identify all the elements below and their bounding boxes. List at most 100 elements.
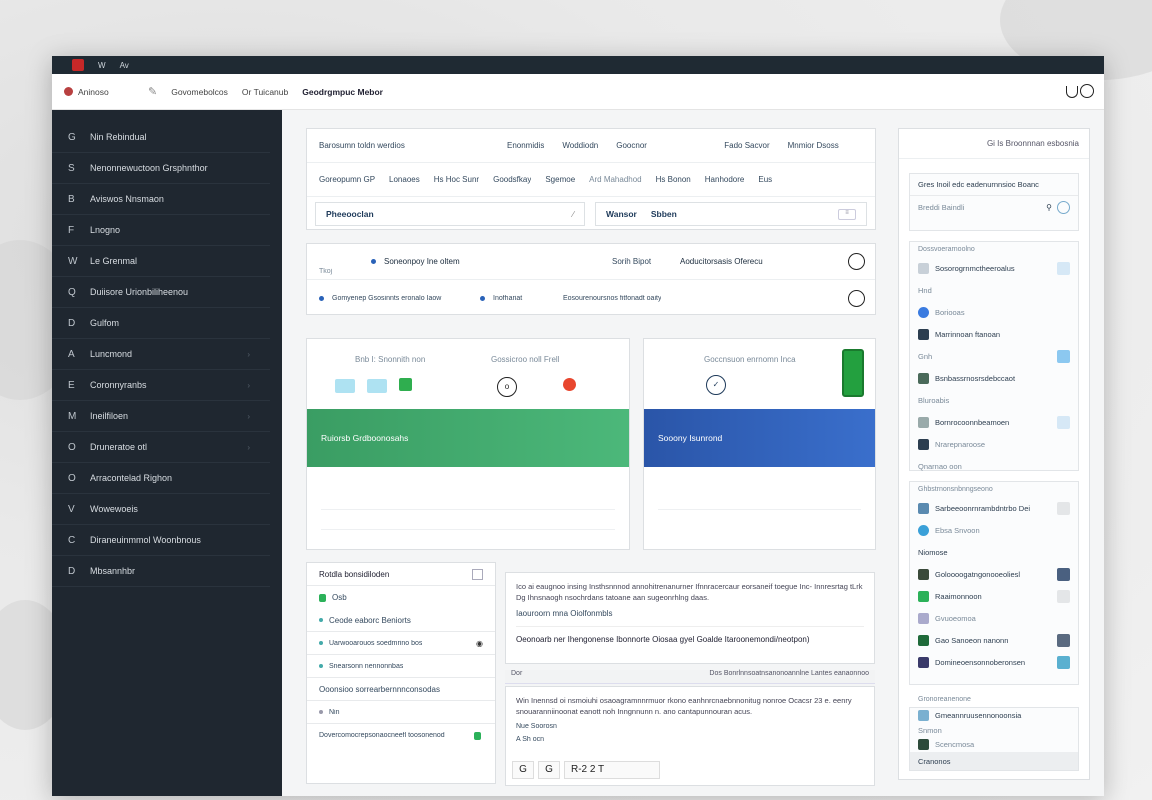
result-item[interactable]: Gnh bbox=[910, 345, 1078, 367]
title-bar: W Av bbox=[52, 56, 1104, 74]
filter-option[interactable]: Ard Mahadhod bbox=[589, 175, 641, 184]
result-item[interactable]: Gao Sanoeon nanonn bbox=[910, 629, 1078, 651]
filter-option[interactable]: Goreopumn GP bbox=[319, 175, 375, 184]
result-label: Domineoensonnoberonsen bbox=[935, 657, 1026, 667]
option-title: Soneonpoy Ine oltem bbox=[384, 257, 460, 266]
list-item[interactable]: Ceode eaborc Beniorts bbox=[307, 609, 495, 632]
list-item[interactable]: Ooonsioo sorrearbernnnconsodas bbox=[307, 678, 495, 701]
filter-option[interactable]: Hs Hoc Sunr bbox=[434, 175, 479, 184]
result-item[interactable]: Raaimonnoon bbox=[910, 585, 1078, 607]
sidebar-item[interactable]: O Druneratoe otl › bbox=[52, 432, 270, 463]
editor-tab[interactable]: Dor bbox=[511, 670, 522, 683]
option-value: Eosourenoursnos fitfonadt oaity bbox=[563, 294, 662, 302]
sidebar-item[interactable]: C Diraneuinmmol Woonbnous bbox=[52, 525, 270, 556]
result-item[interactable]: Hnd bbox=[910, 279, 1078, 301]
list-item[interactable]: Osb bbox=[307, 586, 495, 609]
search-input[interactable]: Gres Inoil edc eadenurnnsioc Boanc bbox=[910, 174, 1078, 196]
breadcrumb-item[interactable]: Or Tuicanub bbox=[242, 87, 288, 97]
result-item[interactable]: Niomose bbox=[910, 541, 1078, 563]
nav-icon: B bbox=[68, 193, 75, 205]
filter-option[interactable]: Sgemoe bbox=[545, 175, 575, 184]
sidebar-item[interactable]: B Aviswos Nnsmaon bbox=[52, 184, 270, 215]
filter-field[interactable]: Wansor Sbben ≡ bbox=[595, 202, 867, 226]
result-item[interactable]: Ebsa Snvoon bbox=[910, 519, 1078, 541]
bullet-icon bbox=[319, 710, 323, 714]
result-group: Gronoreanenone Gmeannruusennonoonsia Snm… bbox=[909, 696, 1079, 771]
filter-option[interactable]: Goodsfkay bbox=[493, 175, 531, 184]
sidebar-item[interactable]: V Wowewoeis bbox=[52, 494, 270, 525]
search-icon[interactable] bbox=[1057, 200, 1070, 214]
radio-button[interactable] bbox=[848, 289, 865, 307]
filter-option[interactable]: Hs Bonon bbox=[656, 175, 691, 184]
column-label: Goocnor bbox=[616, 141, 647, 150]
result-label: Scencmosa bbox=[935, 740, 975, 749]
clear-chip-icon[interactable]: ≡ bbox=[838, 208, 856, 220]
sidebar-item[interactable]: A Luncmond › bbox=[52, 339, 270, 370]
sidebar-item[interactable]: M Ineilfiloen › bbox=[52, 401, 270, 432]
result-item[interactable]: Scencmosa bbox=[910, 737, 1078, 752]
result-item[interactable]: Gvuoeomoa bbox=[910, 607, 1078, 629]
result-label: Bluroabis bbox=[918, 395, 950, 405]
nav-icon: C bbox=[68, 534, 76, 546]
nav-icon: S bbox=[68, 162, 75, 174]
result-item[interactable]: Gmeannruusennonoonsia bbox=[910, 708, 1078, 723]
radio-button[interactable] bbox=[848, 253, 865, 270]
result-item[interactable]: Bornrocoonnbeamoen bbox=[910, 411, 1078, 433]
result-item[interactable]: Snmon bbox=[910, 723, 1078, 737]
breadcrumb-item[interactable]: Govomebolcos bbox=[171, 87, 228, 97]
item-icon bbox=[918, 328, 929, 340]
editor-panel[interactable]: Win Inennsd oi nsmoiuhi osaoagramnnrmuor… bbox=[505, 686, 875, 786]
result-item[interactable]: Cranonos bbox=[910, 752, 1078, 770]
thumb-icon bbox=[1057, 415, 1070, 429]
result-item[interactable]: Nrarepnaroose bbox=[910, 433, 1078, 455]
sidebar-item[interactable]: D Gulfom bbox=[52, 308, 270, 339]
sidebar-item[interactable]: G Nin Rebindual bbox=[52, 122, 270, 153]
result-item[interactable]: Qnarnao oon bbox=[910, 455, 1078, 477]
result-item[interactable]: Domineoensonnoberonsen bbox=[910, 651, 1078, 673]
filter-field[interactable]: Pheeooclan ∕ bbox=[315, 202, 586, 226]
edit-icon[interactable]: ✎ bbox=[148, 85, 157, 98]
list-item[interactable]: Uarwooarouos soedmrino bos ◉ bbox=[307, 632, 495, 655]
filter-option[interactable]: Lonaoes bbox=[389, 175, 420, 184]
description-bold: Oeonoarb ner Ihengonense Ibonnorte Oiosa… bbox=[516, 626, 864, 644]
titlebar-item[interactable]: Av bbox=[120, 61, 129, 70]
user-icon[interactable] bbox=[1066, 86, 1078, 98]
compass-icon[interactable]: ✓ bbox=[706, 375, 726, 395]
tool-button[interactable]: G bbox=[512, 761, 534, 779]
list-item[interactable]: Nin bbox=[307, 701, 495, 724]
result-item[interactable]: Bluroabis bbox=[910, 389, 1078, 411]
tool-button[interactable]: G bbox=[538, 761, 560, 779]
list-item[interactable]: Dovercomocrepsonaocneefl toosonenod bbox=[307, 724, 495, 747]
brand[interactable]: Aninoso bbox=[64, 87, 134, 97]
search-row[interactable]: Breddi Baindli ⚲ bbox=[910, 196, 1078, 218]
summary-tile-green[interactable]: Bnb I: Snonnith non Gossicroo noll Frell… bbox=[306, 338, 630, 550]
summary-tile-blue[interactable]: Goccnsuon enrnomn Inca ✓ Sooony Isunrond bbox=[643, 338, 876, 550]
result-item[interactable]: Sarbeeoonrnrambdntrbo Dei bbox=[910, 497, 1078, 519]
info-icon[interactable]: o bbox=[497, 377, 517, 397]
titlebar-item[interactable]: W bbox=[98, 61, 106, 70]
editor-line: Nue Soorosn bbox=[516, 723, 557, 730]
result-item[interactable]: Goloooogatngonooeoliesl bbox=[910, 563, 1078, 585]
sidebar-item[interactable]: O Arracontelad Righon bbox=[52, 463, 270, 494]
list-item[interactable]: Snearsonn nennonnbas bbox=[307, 655, 495, 678]
thumb-icon bbox=[1057, 261, 1070, 275]
sidebar-item-label: Lnogno bbox=[90, 225, 121, 235]
format-dropdown[interactable]: R-2 2 T bbox=[564, 761, 660, 779]
sidebar-item[interactable]: F Lnogno bbox=[52, 215, 270, 246]
result-item[interactable]: Bsnbassrnosrsdebccaot bbox=[910, 367, 1078, 389]
result-item[interactable]: Marrinnoan ftanoan bbox=[910, 323, 1078, 345]
option-meta: Sorih Bipot bbox=[612, 257, 652, 266]
sidebar-item[interactable]: W Le Grenmal bbox=[52, 246, 270, 277]
profile-icon[interactable] bbox=[1080, 84, 1094, 98]
target-icon[interactable]: ◉ bbox=[476, 639, 483, 648]
filter-option[interactable]: Hanhodore bbox=[705, 175, 745, 184]
filter-icon[interactable]: ⚲ bbox=[1046, 203, 1052, 212]
sidebar-item[interactable]: E Coronnyranbs › bbox=[52, 370, 270, 401]
filter-option[interactable]: Eus bbox=[758, 175, 772, 184]
select-all-checkbox[interactable] bbox=[472, 568, 483, 580]
result-item[interactable]: Boriooas bbox=[910, 301, 1078, 323]
sidebar-item[interactable]: S Nenonnewuctoon Grsphnthor bbox=[52, 153, 270, 184]
sidebar-item[interactable]: D Mbsannhbr bbox=[52, 556, 270, 587]
result-item[interactable]: Sosorogrnmctheeroalus bbox=[910, 257, 1078, 279]
sidebar-item[interactable]: Q Duiisore Urionbiliheenou bbox=[52, 277, 270, 308]
